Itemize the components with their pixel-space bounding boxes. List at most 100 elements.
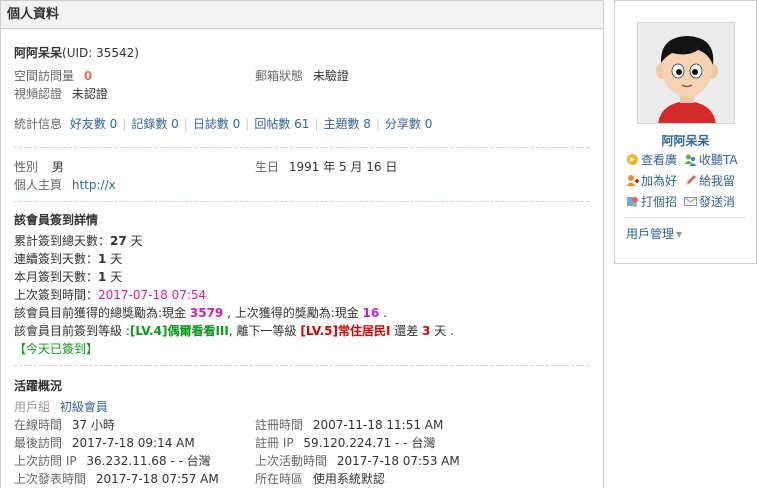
stats-row: 統計信息 好友數 0 | 記錄數 0 | 日誌數 0 | 回帖數 61 | 主題數 8 | 分享數 … [14, 115, 589, 133]
broadcast-icon [627, 154, 638, 165]
video-auth-label: 視頻認證 [14, 87, 63, 101]
signin-total-label: 累計簽到總天數： [14, 234, 111, 248]
email-status-value: 未驗證 [312, 69, 349, 83]
timezone-label: 所在時區 [255, 472, 304, 486]
follow-link[interactable]: 收聽TA [684, 152, 738, 168]
sidebar-user-name[interactable]: 阿阿呆呆 [615, 132, 756, 149]
signin-month-label: 本月簽到天數： [14, 270, 99, 284]
homepage-label: 個人主頁 [14, 178, 63, 192]
chevron-down-icon: ▼ [676, 230, 683, 239]
signin-level-next: [LV.5]常住居民I [300, 324, 391, 338]
last-post-row: 上次發表時間 2017-7-18 07:57 AM 所在時區 使用系統默認 [14, 470, 589, 488]
signin-month-value: 1 [98, 270, 107, 284]
last-post-label: 上次發表時間 [14, 472, 87, 486]
follow-icon [684, 154, 697, 166]
greet-link[interactable]: 打個招 [626, 194, 677, 210]
signin-level-gap-unit: 天 . [434, 324, 454, 338]
signin-month-row: 本月簽到天數：1 天 [14, 268, 589, 286]
leave-message-label: 給我留 [699, 174, 736, 188]
panel-title: 個人資料 [1, 1, 603, 29]
signin-level-mid: , 離下一等級 [228, 324, 297, 338]
signin-streak-value: 1 [98, 252, 107, 266]
birthday-label: 生日 [255, 160, 280, 174]
signin-level-row: 該會員目前簽到等級 :[LV.4]偶爾看看III, 離下一等級 [LV.5]常住… [14, 322, 589, 340]
stat-friends-link[interactable]: 好友數 0 [70, 117, 117, 131]
stat-topics-link[interactable]: 主題數 8 [323, 117, 370, 131]
timezone-value: 使用系統默認 [312, 472, 385, 486]
group-link[interactable]: 初級會員 [60, 400, 108, 414]
group-row: 用戶組 初級會員 [14, 398, 589, 416]
add-friend-link[interactable]: 加為好 [626, 173, 677, 189]
user-title-row: 阿阿呆呆(UID: 35542) [14, 44, 589, 62]
email-status-label: 郵箱狀態 [255, 69, 304, 83]
gender-row: 性別 男 生日 1991 年 5 月 16 日 [14, 158, 589, 176]
last-post-value: 2017-7-18 07:57 AM [95, 472, 219, 486]
signin-level-current: [LV.4]偶爾看看III [129, 324, 229, 338]
activity-section: 活躍概況 用戶組 初級會員 在線時間 37 小時 註冊時間 2007-11-18… [14, 366, 589, 488]
stat-separator: | [375, 117, 380, 131]
last-active-label: 上次活動時間 [255, 454, 328, 468]
signin-reward-end: . [383, 306, 387, 320]
avatar[interactable] [637, 22, 735, 124]
last-visit-value: 2017-7-18 09:14 AM [71, 436, 195, 450]
personal-section: 性別 男 生日 1991 年 5 月 16 日 個人主頁 http://x [14, 148, 589, 202]
online-value: 37 小時 [71, 418, 115, 432]
send-message-link[interactable]: 發送消 [684, 194, 735, 210]
signin-last-label: 上次簽到時間： [14, 288, 99, 302]
online-row: 在線時間 37 小時 註冊時間 2007-11-18 11:51 AM [14, 416, 589, 434]
birthday: 生日 1991 年 5 月 16 日 [255, 158, 397, 176]
stat-separator: | [183, 117, 188, 131]
signin-level-gap-value: 3 [422, 324, 431, 338]
signin-reward-mid: , 上次獲得的獎勵為:現金 [227, 306, 359, 320]
last-visit-row: 最後訪問 2017-7-18 09:14 AM 註冊 IP 59.120.224… [14, 434, 589, 452]
space-visits-value[interactable]: 0 [84, 69, 92, 83]
gender-value: 男 [51, 160, 64, 174]
last-ip-value: 36.232.11.68 - - 台灣 [86, 454, 211, 468]
last-active-value: 2017-7-18 07:53 AM [336, 454, 460, 468]
stat-records-link[interactable]: 記錄數 0 [131, 117, 178, 131]
signin-total-value: 27 [110, 234, 127, 248]
last-ip-row: 上次訪問 IP 36.232.11.68 - - 台灣 上次活動時間 2017-… [14, 452, 589, 470]
timezone: 所在時區 使用系統默認 [255, 470, 385, 488]
video-auth-row: 視頻認證 未認證 [14, 85, 589, 103]
signin-reward-last: 16 [362, 306, 380, 320]
group-label: 用戶組 [14, 400, 51, 414]
signin-last-row: 上次簽到時間：2017-07-18 07:54 [14, 286, 589, 304]
signin-last-value: 2017-07-18 07:54 [98, 288, 207, 302]
user-uid: (UID: 35542) [62, 46, 139, 60]
stat-replies-link[interactable]: 回帖數 61 [254, 117, 309, 131]
stat-blogs-link[interactable]: 日誌數 0 [193, 117, 240, 131]
profile-panel: 個人資料 阿阿呆呆(UID: 35542) 空間訪問量 0 郵箱狀態 未驗證 視… [0, 0, 604, 488]
homepage-row: 個人主頁 http://x [14, 176, 589, 194]
user-management-menu[interactable]: 用戶管理 ▼ [626, 225, 682, 242]
stat-separator: | [245, 117, 250, 131]
user-sidebar: 阿阿呆呆 查看廣 收聽TA 加為好 給我留 打個招 發送消 用戶管理 ▼ [614, 0, 757, 264]
gender-label: 性別 [14, 160, 39, 174]
stat-shares-link[interactable]: 分享數 0 [385, 117, 432, 131]
signin-month-unit: 天 [110, 270, 123, 284]
follow-label: 收聽TA [699, 153, 738, 167]
register-ip-label: 註冊 IP [255, 436, 294, 450]
basic-info-section: 阿阿呆呆(UID: 35542) 空間訪問量 0 郵箱狀態 未驗證 視頻認證 未… [14, 29, 589, 148]
homepage-link[interactable]: http://x [72, 178, 116, 192]
stat-separator: | [314, 117, 319, 131]
video-auth-value: 未認證 [71, 87, 108, 101]
last-ip-label: 上次訪問 IP [14, 454, 77, 468]
signin-section: 該會員簽到詳情 累計簽到總天數：27 天 連續簽到天數：1 天 本月簽到天數：1… [14, 202, 589, 366]
register-ip-value: 59.120.224.71 - - 台灣 [303, 436, 436, 450]
add-friend-label: 加為好 [641, 174, 678, 188]
view-broadcast-link[interactable]: 查看廣 [626, 152, 677, 168]
message-icon [686, 175, 696, 185]
user-management-label: 用戶管理 [626, 227, 675, 241]
signin-total-row: 累計簽到總天數：27 天 [14, 232, 589, 250]
signin-streak-label: 連續簽到天數： [14, 252, 99, 266]
register-time-value: 2007-11-18 11:51 AM [312, 418, 444, 432]
signin-total-unit: 天 [130, 234, 143, 248]
last-active: 上次活動時間 2017-7-18 07:53 AM [255, 452, 460, 470]
stats-label: 統計信息 [14, 117, 63, 131]
leave-message-link[interactable]: 給我留 [684, 173, 735, 189]
signin-reward-total: 3579 [189, 306, 224, 320]
avatar-cartoon-boy [638, 23, 734, 123]
signin-level-prefix: 該會員目前簽到等級 : [14, 324, 130, 338]
signin-today-status: 【今天已簽到】 [14, 342, 99, 356]
